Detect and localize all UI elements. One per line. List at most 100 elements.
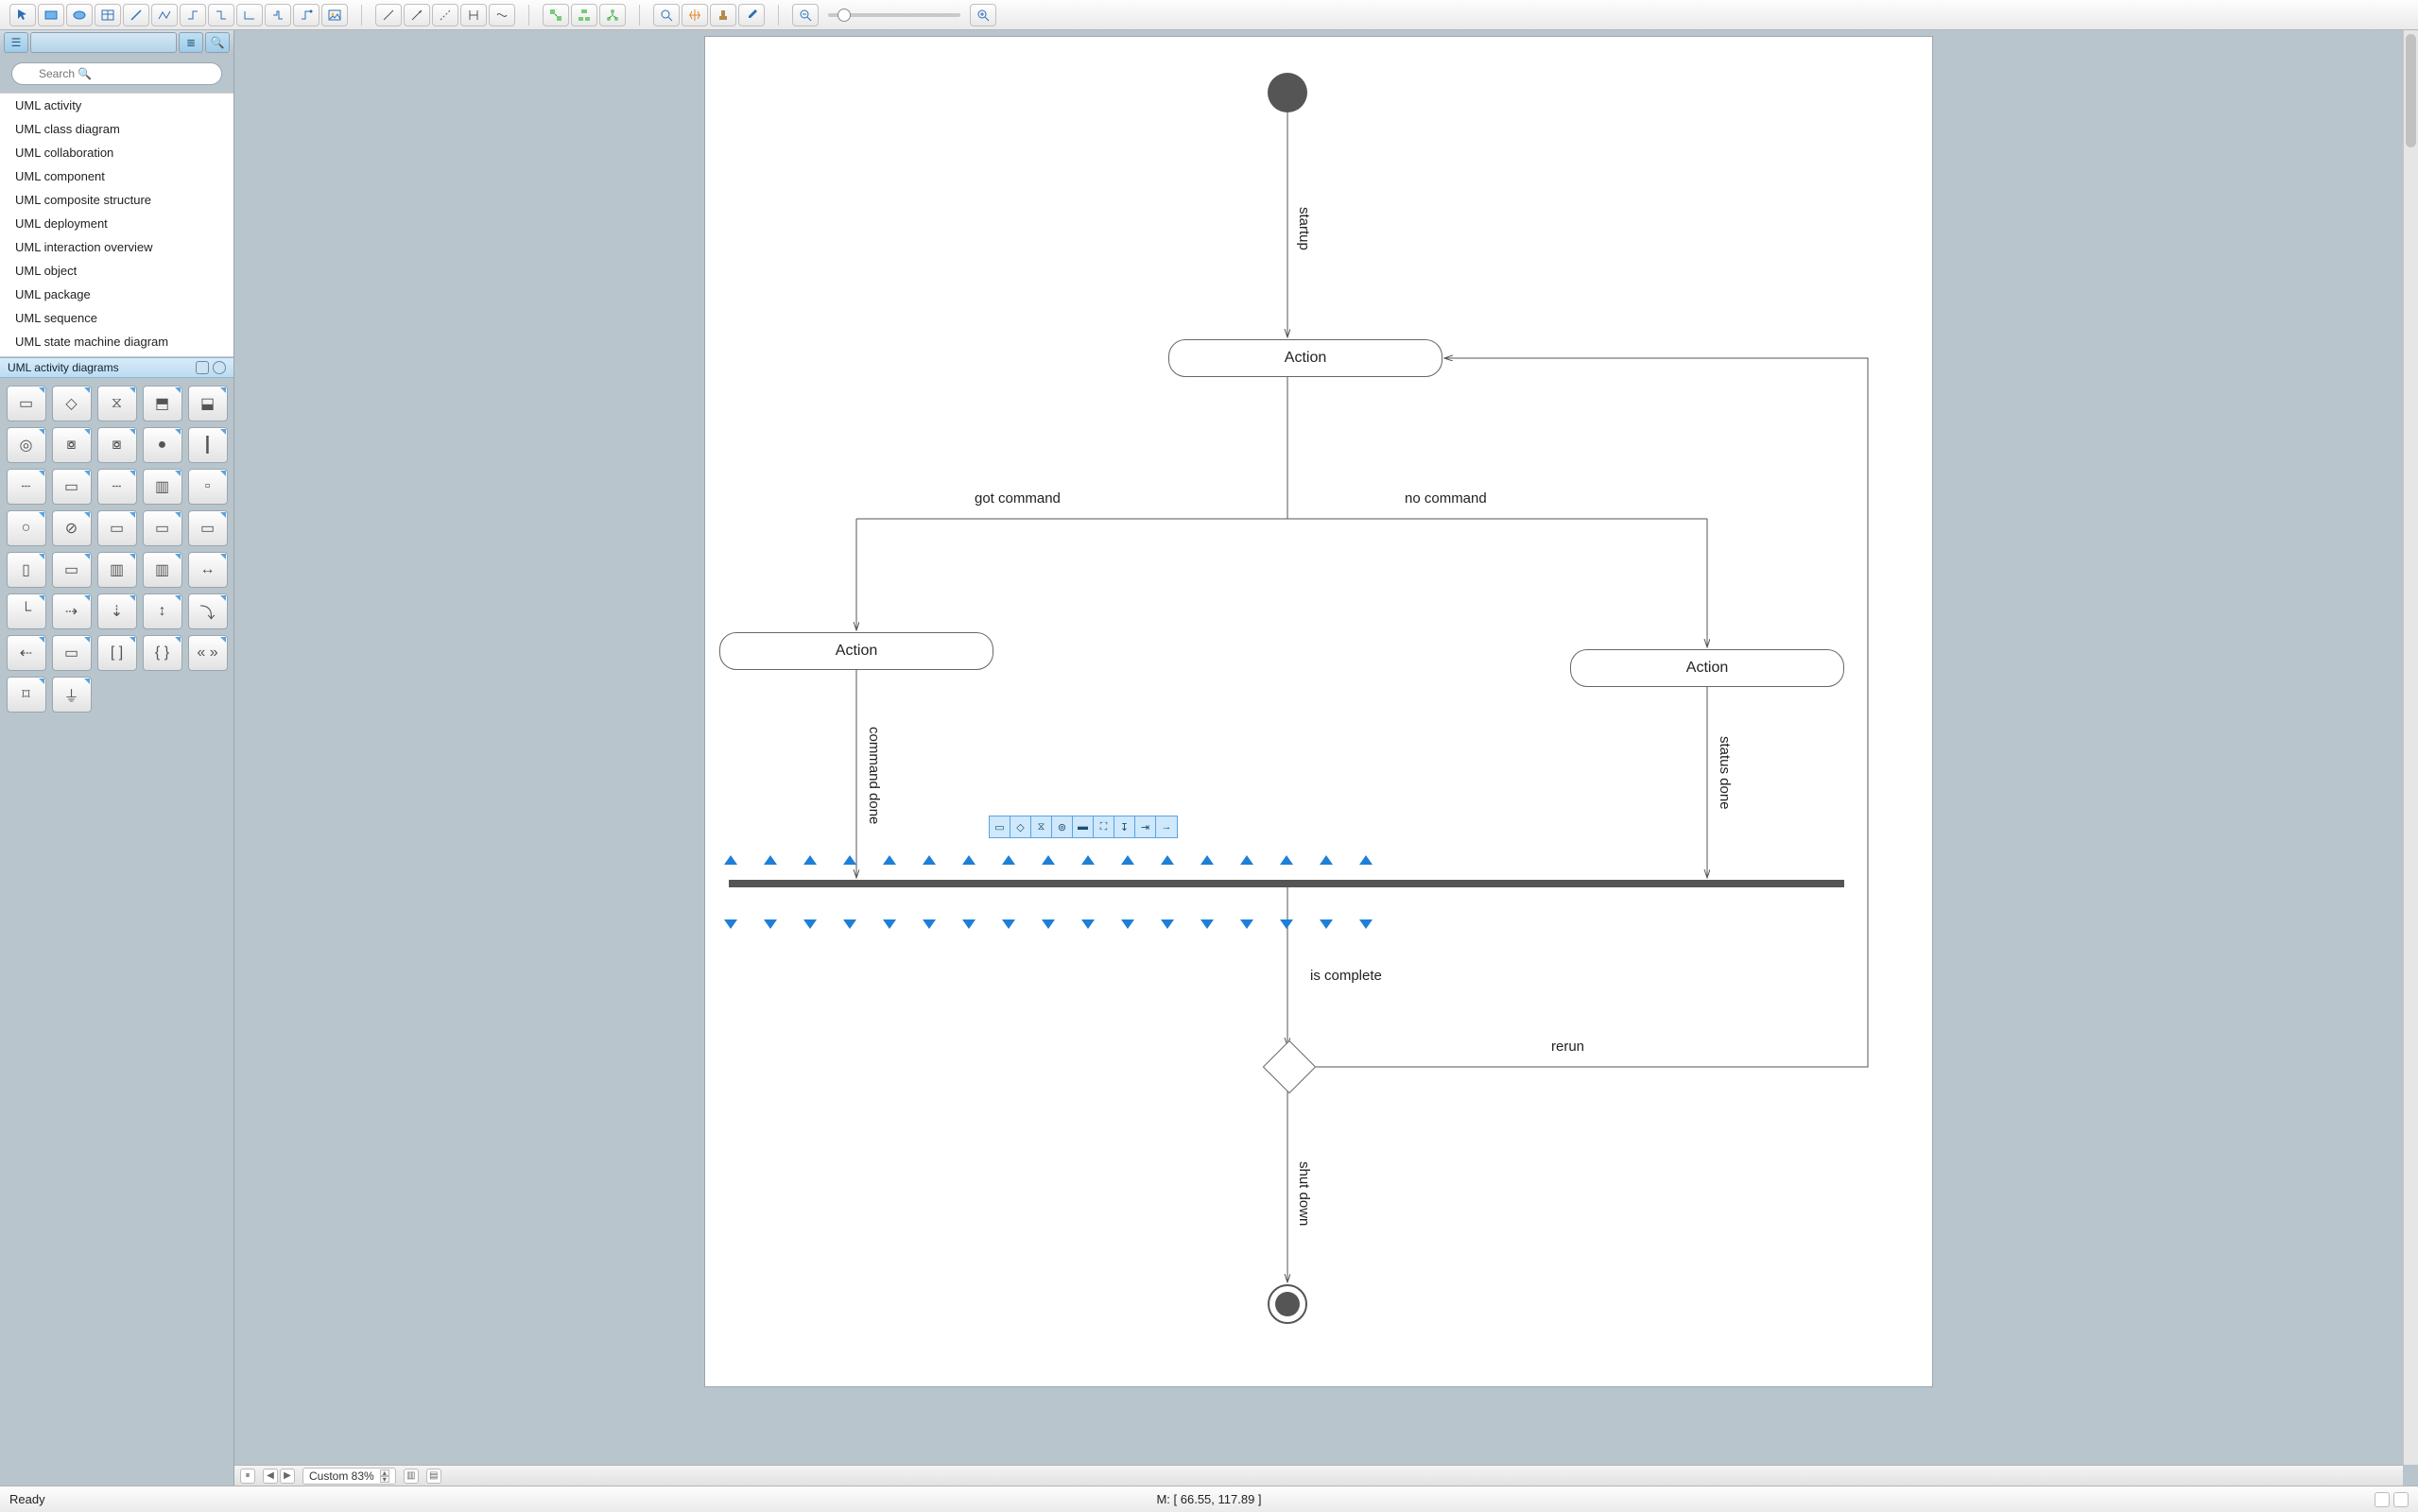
tool-connector-2[interactable]: [208, 4, 234, 26]
shape-palette-item[interactable]: ⏚: [52, 677, 92, 713]
library-item[interactable]: UML composite structure: [0, 188, 233, 212]
mini-palette-item[interactable]: →: [1156, 816, 1177, 837]
shape-palette-item[interactable]: ┃: [188, 427, 228, 463]
shape-palette-item[interactable]: ⌑: [7, 677, 46, 713]
shape-palette-item[interactable]: ◇: [52, 386, 92, 421]
tool-zoom-region[interactable]: [653, 4, 680, 26]
panel-close-icon[interactable]: [213, 361, 226, 374]
shape-palette-item[interactable]: ┄: [97, 469, 137, 505]
tool-connector-1[interactable]: [180, 4, 206, 26]
zoom-level-box[interactable]: Custom 83% ▴ ▾: [302, 1468, 396, 1485]
shape-palette-item[interactable]: ↔: [188, 552, 228, 588]
node-initial[interactable]: [1268, 73, 1307, 112]
shape-palette-item[interactable]: ▫: [188, 469, 228, 505]
zoom-slider[interactable]: [828, 13, 960, 17]
library-item[interactable]: UML collaboration: [0, 141, 233, 164]
node-action-left[interactable]: Action: [719, 632, 993, 670]
shape-palette-item[interactable]: ⬒: [143, 386, 182, 421]
shape-palette-item[interactable]: ▭: [97, 510, 137, 546]
zoom-in-button[interactable]: [970, 4, 996, 26]
search-input[interactable]: [11, 62, 222, 85]
zoom-out-button[interactable]: [792, 4, 819, 26]
library-item[interactable]: UML component: [0, 164, 233, 188]
mini-palette-item[interactable]: ⧖: [1031, 816, 1052, 837]
edge-style-5[interactable]: [489, 4, 515, 26]
shape-palette-item[interactable]: ○: [7, 510, 46, 546]
diagram-page[interactable]: Action Action Action startup got command…: [704, 36, 1933, 1387]
shape-palette-item[interactable]: ▭: [52, 635, 92, 671]
shape-palette-item[interactable]: ┄: [7, 469, 46, 505]
shape-palette-item[interactable]: ◎: [7, 427, 46, 463]
tool-table[interactable]: [95, 4, 121, 26]
tool-connector-5[interactable]: [293, 4, 320, 26]
tool-connector-3[interactable]: [236, 4, 263, 26]
shape-palette-item[interactable]: ⬓: [188, 386, 228, 421]
shape-palette-item[interactable]: ⇣: [97, 593, 137, 629]
shape-palette-item[interactable]: ▭: [188, 510, 228, 546]
mini-palette-item[interactable]: ⇥: [1135, 816, 1156, 837]
shape-palette-item[interactable]: ↕: [143, 593, 182, 629]
shape-palette-item[interactable]: ▭: [52, 469, 92, 505]
library-item[interactable]: UML activity: [0, 94, 233, 117]
tool-line[interactable]: [123, 4, 149, 26]
mini-palette-item[interactable]: ◇: [1010, 816, 1031, 837]
tool-connector-4[interactable]: [265, 4, 291, 26]
bar-handles-top[interactable]: [724, 855, 1373, 865]
tool-image[interactable]: [321, 4, 348, 26]
tool-pan[interactable]: [682, 4, 708, 26]
edge-style-1[interactable]: [375, 4, 402, 26]
pager-prev[interactable]: ◀: [263, 1469, 278, 1484]
tool-rectangle[interactable]: [38, 4, 64, 26]
vertical-scrollbar[interactable]: [2403, 30, 2418, 1465]
pager-pause-icon[interactable]: ⏸: [240, 1469, 255, 1484]
mini-palette-item[interactable]: ▬: [1073, 816, 1094, 837]
panel-save-icon[interactable]: [196, 361, 209, 374]
node-action-top[interactable]: Action: [1168, 339, 1442, 377]
sidebar-tab-list-icon[interactable]: ≣: [179, 32, 203, 53]
shape-palette-item[interactable]: ▥: [97, 552, 137, 588]
node-join-bar[interactable]: [729, 880, 1844, 887]
edge-style-2[interactable]: [404, 4, 430, 26]
library-item[interactable]: UML state machine diagram: [0, 330, 233, 353]
tool-eyedropper[interactable]: [738, 4, 765, 26]
library-item[interactable]: UML deployment: [0, 212, 233, 235]
view-mode-1[interactable]: ▥: [404, 1469, 419, 1484]
tool-pointer[interactable]: [9, 4, 36, 26]
shape-palette-item[interactable]: ⧖: [97, 386, 137, 421]
zoom-slider-thumb[interactable]: [838, 9, 851, 22]
shape-palette-item[interactable]: ⤵: [188, 593, 228, 629]
sidebar-tab-tree-icon[interactable]: ☰: [4, 32, 28, 53]
shape-palette-item[interactable]: ▥: [143, 552, 182, 588]
status-icon-1[interactable]: [2375, 1492, 2390, 1507]
zoom-step-down[interactable]: ▾: [380, 1476, 389, 1483]
shape-palette-item[interactable]: ⧇: [97, 427, 137, 463]
shape-palette-item[interactable]: ⇠: [7, 635, 46, 671]
tool-ellipse[interactable]: [66, 4, 93, 26]
library-item[interactable]: UML object: [0, 259, 233, 283]
shape-palette-item[interactable]: ⇢: [52, 593, 92, 629]
library-list[interactable]: UML activityUML class diagramUML collabo…: [0, 93, 233, 357]
shape-palette-item[interactable]: ⧇: [52, 427, 92, 463]
bar-handles-bottom[interactable]: [724, 919, 1373, 929]
tool-polyline[interactable]: [151, 4, 178, 26]
canvas-scroll[interactable]: Action Action Action startup got command…: [234, 30, 2403, 1465]
pager-next[interactable]: ▶: [280, 1469, 295, 1484]
layout-2[interactable]: [571, 4, 597, 26]
shape-palette-item[interactable]: [ ]: [97, 635, 137, 671]
library-item[interactable]: UML class diagram: [0, 117, 233, 141]
node-final[interactable]: [1268, 1284, 1307, 1324]
tool-stamp[interactable]: [710, 4, 736, 26]
shape-palette-item[interactable]: ●: [143, 427, 182, 463]
mini-palette-item[interactable]: ▭: [990, 816, 1010, 837]
shape-palette-item[interactable]: ▭: [143, 510, 182, 546]
layout-1[interactable]: [543, 4, 569, 26]
selection-mini-palette[interactable]: ▭◇⧖⊚▬⛶↧⇥→: [989, 816, 1178, 838]
shape-palette-item[interactable]: ⊘: [52, 510, 92, 546]
status-icon-2[interactable]: [2393, 1492, 2409, 1507]
shape-palette-item[interactable]: ▯: [7, 552, 46, 588]
edge-style-3[interactable]: [432, 4, 458, 26]
shape-palette-item[interactable]: └: [7, 593, 46, 629]
edge-style-4[interactable]: [460, 4, 487, 26]
shape-palette-item[interactable]: ▭: [52, 552, 92, 588]
sidebar-tab-search-icon[interactable]: 🔍: [205, 32, 230, 53]
